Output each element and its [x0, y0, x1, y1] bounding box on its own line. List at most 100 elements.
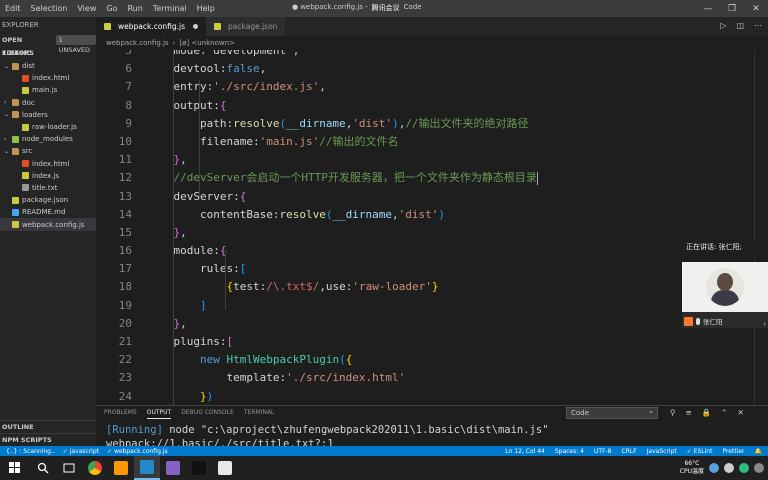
tray-network-icon[interactable]: [709, 463, 719, 473]
code-line[interactable]: 20 },: [96, 315, 768, 333]
breadcrumb-segment[interactable]: ›: [173, 39, 176, 47]
file-tree-item[interactable]: README.md: [0, 206, 96, 218]
close-panel-icon[interactable]: ✕: [737, 408, 743, 417]
code-line[interactable]: 8 output:{: [96, 97, 768, 115]
expand-chevron-icon[interactable]: ›: [763, 320, 766, 328]
breadcrumb-segment[interactable]: webpack.config.js: [106, 39, 169, 47]
code-line[interactable]: 19 ]: [96, 297, 768, 315]
code-text[interactable]: {test:/\.txt$/,use:'raw-loader'}: [147, 278, 438, 296]
menu-item-terminal[interactable]: Terminal: [148, 4, 192, 13]
menu-item-help[interactable]: Help: [192, 4, 220, 13]
code-text[interactable]: new HtmlWebpackPlugin({: [147, 351, 352, 369]
open-editors-header[interactable]: OPEN EDITORS 1 UNSAVED: [0, 34, 96, 57]
output-channel-select[interactable]: Code: [566, 406, 658, 419]
status-item[interactable]: JavaScript: [647, 448, 677, 455]
maximize-icon[interactable]: ❐: [720, 0, 744, 17]
code-text[interactable]: ]: [147, 297, 207, 315]
code-text[interactable]: //devServer会启动一个HTTP开发服务器，把一个文件夹作为静态根目录: [147, 169, 536, 187]
menu-item-run[interactable]: Run: [122, 4, 147, 13]
code-text[interactable]: plugins:[: [147, 333, 233, 351]
panel-tab-debug-console[interactable]: DEBUG CONSOLE: [181, 409, 234, 419]
file-tree-item[interactable]: ⌄ loaders: [0, 109, 96, 121]
tray-volume-icon[interactable]: [724, 463, 734, 473]
code-text[interactable]: contentBase:resolve(__dirname,'dist'): [147, 206, 445, 224]
code-text[interactable]: devServer:{: [147, 188, 246, 206]
code-line[interactable]: 12 //devServer会启动一个HTTP开发服务器，把一个文件夹作为静态根…: [96, 169, 768, 187]
status-item[interactable]: ✓ ESLint: [687, 448, 713, 455]
panel-tab-problems[interactable]: PROBLEMS: [104, 409, 137, 419]
code-text[interactable]: }): [147, 388, 213, 405]
code-line[interactable]: 5 mode:'development',: [96, 50, 768, 60]
status-item[interactable]: {..} : Scanning..: [6, 448, 55, 455]
code-line[interactable]: 23 template:'./src/index.html': [96, 369, 768, 387]
editor-scrollbar[interactable]: [754, 50, 768, 405]
status-item[interactable]: Spaces: 4: [555, 448, 584, 455]
search-button[interactable]: [30, 456, 56, 480]
maximize-panel-icon[interactable]: ⌃: [721, 408, 727, 417]
code-text[interactable]: module:{: [147, 242, 226, 260]
panel-tab-output[interactable]: OUTPUT: [146, 409, 172, 419]
status-item[interactable]: ✓ javascript: [63, 448, 99, 455]
file-tree-item[interactable]: › node_modules: [0, 133, 96, 145]
code-text[interactable]: },: [147, 224, 187, 242]
code-line[interactable]: 21 plugins:[: [96, 333, 768, 351]
close-icon[interactable]: ✕: [744, 0, 768, 17]
code-line[interactable]: 13 devServer:{: [96, 188, 768, 206]
meeting-video-card[interactable]: 张仁阳 ›: [682, 262, 768, 328]
file-tree-item[interactable]: title.txt: [0, 182, 96, 194]
code-text[interactable]: path:resolve(__dirname,'dist'),//输出文件夹的绝…: [147, 115, 529, 133]
code-line[interactable]: 18 {test:/\.txt$/,use:'raw-loader'}: [96, 278, 768, 296]
code-text[interactable]: rules:[: [147, 260, 246, 278]
code-line[interactable]: 10 filename:'main.js'//输出的文件名: [96, 133, 768, 151]
taskbar-app-terminal[interactable]: [186, 456, 212, 480]
filter-icon[interactable]: ⚲: [670, 408, 676, 417]
menu-item-edit[interactable]: Edit: [0, 4, 26, 13]
status-item[interactable]: ✓ webpack.config.js: [107, 448, 168, 455]
file-tree-item[interactable]: package.json: [0, 194, 96, 206]
start-button[interactable]: [0, 456, 30, 480]
code-text[interactable]: filename:'main.js'//输出的文件名: [147, 133, 398, 151]
code-line[interactable]: 6 devtool:false,: [96, 60, 768, 78]
file-tree-item[interactable]: main.js: [0, 84, 96, 96]
panel-tab-terminal[interactable]: TERMINAL: [244, 409, 275, 419]
tab-package-json[interactable]: package.json: [206, 17, 286, 36]
run-icon[interactable]: ▷: [720, 21, 726, 30]
task-view-button[interactable]: [56, 456, 82, 480]
menu-item-go[interactable]: Go: [101, 4, 122, 13]
breadcrumb-segment[interactable]: [ø] <unknown>: [179, 39, 235, 47]
file-tree-item[interactable]: index.js: [0, 170, 96, 182]
code-line[interactable]: 9 path:resolve(__dirname,'dist'),//输出文件夹…: [96, 115, 768, 133]
more-actions-icon[interactable]: ⋯: [754, 21, 762, 30]
file-tree-item[interactable]: ⌄ dist: [0, 60, 96, 72]
file-tree-item[interactable]: raw-loader.js: [0, 121, 96, 133]
code-text[interactable]: devtool:false,: [147, 60, 266, 78]
split-editor-icon[interactable]: ◫: [736, 21, 744, 30]
code-line[interactable]: 16 module:{: [96, 242, 768, 260]
code-editor[interactable]: 5 mode:'development', 6 devtool:false, 7 e…: [96, 50, 768, 405]
taskbar-app-vscode[interactable]: [134, 456, 160, 480]
npm-scripts-section[interactable]: NPM SCRIPTS: [0, 433, 96, 445]
status-item[interactable]: 🔔: [755, 448, 762, 455]
menu-item-selection[interactable]: Selection: [26, 4, 73, 13]
tab-webpack-config-js[interactable]: webpack.config.js: [96, 17, 207, 36]
code-text[interactable]: template:'./src/index.html': [147, 369, 405, 387]
menu-item-view[interactable]: View: [72, 4, 101, 13]
file-tree-item[interactable]: ⌄ src: [0, 145, 96, 157]
code-line[interactable]: 17 rules:[: [96, 260, 768, 278]
code-line[interactable]: 7 entry:'./src/index.js',: [96, 78, 768, 96]
status-item[interactable]: CRLF: [622, 448, 637, 455]
code-line[interactable]: 14 contentBase:resolve(__dirname,'dist'): [96, 206, 768, 224]
notification-icon[interactable]: [754, 463, 764, 473]
tray-app-icon[interactable]: [739, 463, 749, 473]
code-line[interactable]: 11 },: [96, 151, 768, 169]
minimize-icon[interactable]: —: [696, 0, 720, 17]
lock-scroll-icon[interactable]: 🔒: [702, 408, 711, 417]
file-tree-item[interactable]: webpack.config.js: [0, 218, 96, 231]
taskbar-app-paint[interactable]: [212, 456, 238, 480]
taskbar-app-visual-studio[interactable]: [160, 456, 186, 480]
code-text[interactable]: },: [147, 315, 187, 333]
code-line[interactable]: 15 },: [96, 224, 768, 242]
code-text[interactable]: mode:'development',: [147, 50, 299, 60]
taskbar-app-chrome[interactable]: [82, 456, 108, 480]
clear-output-icon[interactable]: ≡: [686, 408, 692, 417]
